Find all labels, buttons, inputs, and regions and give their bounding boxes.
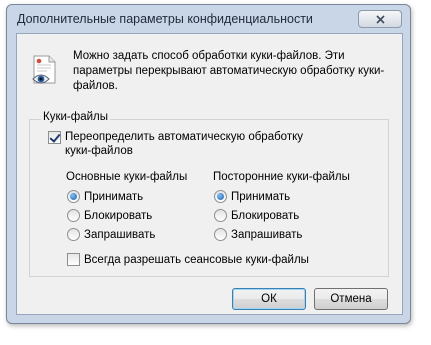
third-party-heading: Посторонние куки-файлы [213,171,350,183]
window-title: Дополнительные параметры конфиденциально… [17,12,313,26]
close-button[interactable] [358,10,402,28]
first-party-prompt-radio[interactable] [67,228,80,241]
dialog-body: Можно задать способ обработки куки-файло… [16,33,403,315]
first-party-heading: Основные куки-файлы [66,171,188,183]
third-party-accept-radio[interactable] [214,190,227,203]
cancel-button[interactable]: Отмена [314,288,388,310]
third-party-block-label[interactable]: Блокировать [231,209,299,223]
third-party-block-radio[interactable] [214,209,227,222]
close-icon [376,15,385,24]
override-checkbox-label[interactable]: Переопределить автоматическую обработку … [65,130,305,158]
title-bar[interactable]: Дополнительные параметры конфиденциально… [7,5,410,33]
session-cookies-checkbox[interactable] [67,253,80,266]
third-party-accept-label[interactable]: Принимать [231,190,290,204]
ok-button[interactable]: ОК [232,288,306,310]
first-party-block-radio[interactable] [67,209,80,222]
dialog-window: Дополнительные параметры конфиденциально… [6,4,411,324]
first-party-accept-label[interactable]: Принимать [84,190,143,204]
third-party-prompt-radio[interactable] [214,228,227,241]
first-party-accept-radio[interactable] [67,190,80,203]
privacy-document-eye-icon [32,55,58,90]
first-party-block-label[interactable]: Блокировать [84,209,152,223]
session-cookies-label[interactable]: Всегда разрешать сеансовые куки-файлы [84,253,309,267]
description-text: Можно задать способ обработки куки-файло… [73,50,385,92]
first-party-prompt-label[interactable]: Запрашивать [84,228,155,242]
override-checkbox[interactable] [48,131,61,144]
third-party-prompt-label[interactable]: Запрашивать [231,228,302,242]
cookies-group-legend: Куки-файлы [41,111,110,123]
